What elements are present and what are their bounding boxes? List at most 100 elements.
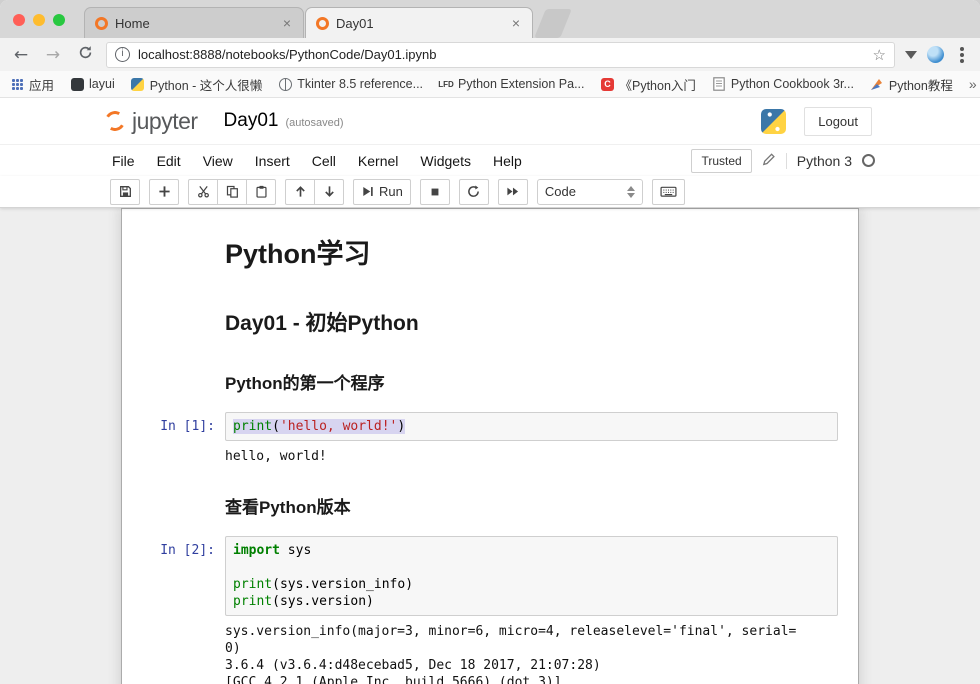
add-cell-button[interactable] (149, 179, 179, 205)
bookmark-python-extension[interactable]: LFD Python Extension Pa... (439, 77, 584, 91)
logout-button[interactable]: Logout (804, 107, 872, 136)
code-token: import (233, 543, 280, 558)
code-cell-2[interactable]: In [2]: import sys print(sys.version_inf… (123, 531, 857, 684)
address-bar[interactable]: i localhost:8888/notebooks/PythonCode/Da… (106, 42, 895, 68)
run-cell-button[interactable]: Run (353, 179, 411, 205)
tab-home[interactable]: Home × (84, 7, 304, 38)
url-text[interactable]: localhost:8888/notebooks/PythonCode/Day0… (138, 47, 865, 62)
book-favicon-icon (712, 77, 726, 91)
menu-view[interactable]: View (203, 153, 233, 169)
tab-day01[interactable]: Day01 × (305, 7, 533, 38)
download-arrow-icon[interactable] (905, 51, 917, 59)
code-token: 'hello, world!' (280, 419, 397, 434)
copy-cell-button[interactable] (217, 179, 247, 205)
bookmark-python-tutorial[interactable]: Python教程 (870, 75, 953, 94)
code-token: ) (397, 419, 405, 434)
restart-kernel-button[interactable] (459, 179, 489, 205)
browser-window: Home × Day01 × ← → i localhost:8888/note… (0, 0, 980, 684)
input-prompt: In [1]: (128, 412, 225, 441)
cell-type-select[interactable]: Code (537, 179, 643, 205)
bookmark-layui[interactable]: layui (70, 77, 115, 91)
markdown-cell-title[interactable]: Python学习 (123, 219, 857, 290)
layui-favicon-icon (70, 77, 84, 91)
run-button-label: Run (379, 184, 403, 199)
cell-output: sys.version_info(major=3, minor=6, micro… (225, 616, 852, 684)
jupyter-favicon-icon (316, 17, 329, 30)
bookmarks-overflow-icon[interactable]: » (969, 76, 977, 92)
tab-day01-label: Day01 (336, 16, 503, 31)
bookmark-label: layui (89, 77, 115, 91)
notebook-title[interactable]: Day01 (224, 110, 279, 132)
bookmark-python-intro[interactable]: C 《Python入门 (601, 75, 696, 94)
bookmark-apps[interactable]: 应用 (10, 75, 54, 94)
command-palette-button[interactable] (652, 179, 685, 205)
interrupt-kernel-button[interactable] (420, 179, 450, 205)
apps-grid-icon (10, 77, 24, 91)
cell-prompt (128, 224, 225, 285)
menu-edit[interactable]: Edit (157, 153, 181, 169)
bookmark-label: Python - 这个人很懒 (150, 75, 263, 94)
menu-file[interactable]: File (112, 153, 135, 169)
jupyter-toolbar: Run Code (0, 176, 980, 208)
bookmark-python-lazy[interactable]: Python - 这个人很懒 (131, 75, 263, 94)
bookmark-label: 《Python入门 (620, 75, 696, 94)
browser-navbar: ← → i localhost:8888/notebooks/PythonCod… (0, 38, 980, 71)
menu-help[interactable]: Help (493, 153, 522, 169)
csdn-favicon-icon: C (601, 77, 615, 91)
menu-kernel[interactable]: Kernel (358, 153, 398, 169)
menu-insert[interactable]: Insert (255, 153, 290, 169)
cell-prompt (128, 481, 225, 526)
heading-python-study: Python学习 (225, 232, 838, 271)
close-window-button[interactable] (13, 14, 25, 26)
minimize-window-button[interactable] (33, 14, 45, 26)
code-token: print (233, 594, 272, 609)
bookmark-tkinter[interactable]: Tkinter 8.5 reference... (278, 77, 423, 91)
back-icon[interactable]: ← (10, 45, 32, 65)
jupyter-header: jupyter Day01 (autosaved) Logout (0, 98, 980, 144)
autosave-status: (autosaved) (285, 117, 343, 129)
bookmark-star-icon[interactable]: ☆ (873, 46, 886, 64)
page-info-icon[interactable]: i (115, 47, 130, 62)
tutorial-favicon-icon (870, 77, 884, 91)
code-cell-1[interactable]: In [1]: print('hello, world!') hello, wo… (123, 407, 857, 476)
move-cell-up-button[interactable] (285, 179, 315, 205)
kernel-name: Python 3 (797, 153, 852, 169)
heading-check-version: 查看Python版本 (225, 493, 838, 518)
restart-run-all-button[interactable] (498, 179, 528, 205)
markdown-cell-version[interactable]: 查看Python版本 (123, 476, 857, 531)
move-cell-down-button[interactable] (314, 179, 344, 205)
tab-close-icon[interactable]: × (510, 15, 522, 31)
kernel-idle-icon (862, 154, 875, 167)
extension-icon[interactable] (927, 46, 944, 63)
paste-cell-button[interactable] (246, 179, 276, 205)
tab-close-icon[interactable]: × (281, 15, 293, 31)
cell-type-value: Code (545, 184, 627, 199)
output-prompt (128, 441, 225, 471)
tab-strip: Home × Day01 × (0, 0, 980, 38)
forward-icon[interactable]: → (42, 45, 64, 65)
new-tab-button[interactable] (534, 9, 572, 38)
save-button[interactable] (110, 179, 140, 205)
cell-output: hello, world! (225, 441, 852, 471)
bookmark-label: Python教程 (889, 75, 953, 94)
code-editor[interactable]: import sys print(sys.version_info) print… (225, 536, 838, 616)
code-token: print (233, 577, 272, 592)
heading-day01: Day01 - 初始Python (225, 307, 838, 337)
lfd-favicon-icon: LFD (439, 77, 453, 91)
markdown-cell-first-program[interactable]: Python的第一个程序 (123, 352, 857, 407)
bookmark-cookbook[interactable]: Python Cookbook 3r... (712, 77, 854, 91)
reload-icon[interactable] (74, 45, 96, 65)
trusted-button[interactable]: Trusted (691, 149, 751, 173)
code-editor[interactable]: print('hello, world!') (225, 412, 838, 441)
jupyter-logo[interactable]: jupyter (105, 108, 198, 135)
cut-cell-button[interactable] (188, 179, 218, 205)
markdown-cell-day01[interactable]: Day01 - 初始Python (123, 290, 857, 352)
code-token: print (233, 419, 272, 434)
tab-home-label: Home (115, 16, 274, 31)
window-controls (13, 14, 65, 26)
browser-menu-icon[interactable] (960, 53, 964, 57)
fullscreen-window-button[interactable] (53, 14, 65, 26)
edit-title-pencil-icon[interactable] (762, 152, 776, 169)
menu-widgets[interactable]: Widgets (420, 153, 471, 169)
menu-cell[interactable]: Cell (312, 153, 336, 169)
